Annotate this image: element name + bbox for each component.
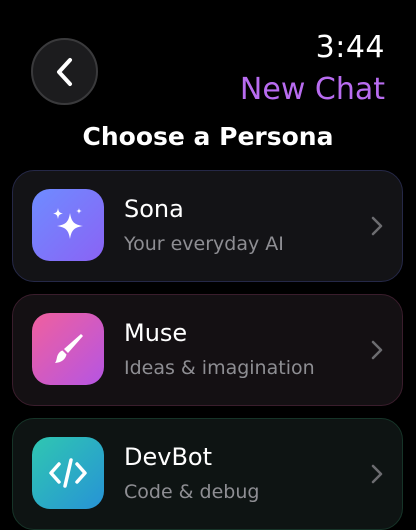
sparkles-icon	[53, 208, 83, 239]
section-title: Choose a Persona	[82, 122, 334, 151]
chevron-right-icon	[371, 464, 383, 484]
code-icon	[49, 458, 87, 488]
paintbrush-icon	[55, 334, 83, 363]
persona-description: Code & debug	[124, 481, 260, 503]
sona-avatar	[32, 189, 104, 261]
back-button[interactable]	[31, 38, 98, 105]
page-title: New Chat	[239, 72, 385, 107]
clock-time: 3:44	[315, 30, 385, 65]
persona-card-muse[interactable]: Muse Ideas & imagination	[12, 294, 403, 406]
persona-card-sona[interactable]: Sona Your everyday AI	[12, 170, 403, 282]
chevron-right-icon	[371, 216, 383, 236]
persona-description: Your everyday AI	[124, 233, 284, 255]
persona-description: Ideas & imagination	[124, 357, 315, 379]
persona-name: Sona	[124, 195, 184, 223]
devbot-avatar	[32, 437, 104, 509]
persona-name: Muse	[124, 319, 188, 347]
persona-card-devbot[interactable]: DevBot Code & debug	[12, 418, 403, 530]
chevron-right-icon	[371, 340, 383, 360]
persona-name: DevBot	[124, 443, 213, 471]
chevron-left-icon	[56, 57, 72, 86]
muse-avatar	[32, 313, 104, 385]
